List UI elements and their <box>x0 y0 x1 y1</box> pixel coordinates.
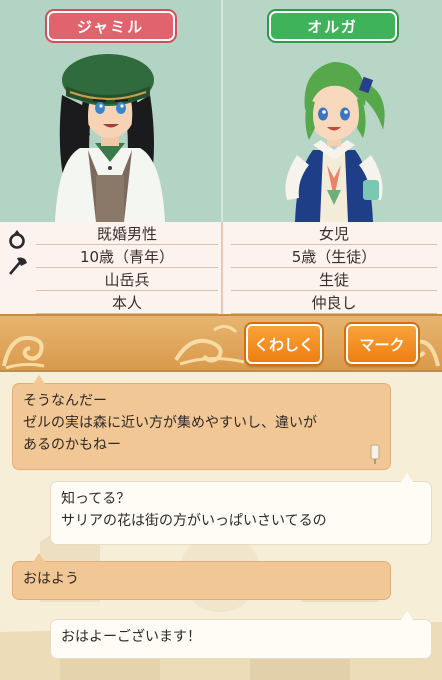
left-ornament <box>2 335 45 370</box>
chat-message-2-line-1: 知ってる？ <box>61 491 131 507</box>
left-marital-status: 既婚男性 <box>36 222 218 245</box>
left-character-panel: ジャミル <box>0 0 221 222</box>
chat-message-2-line-2: サリアの花は街の方がいっぱいさいてるの <box>61 513 327 529</box>
axe-icon <box>9 257 27 275</box>
right-character-panel: オルガ <box>221 0 442 222</box>
chat-message-3-line-1: おはよう <box>23 571 79 587</box>
action-bar: くわしく マーク <box>0 314 442 372</box>
right-occupation: 生徒 <box>231 268 437 291</box>
character-info-table: 既婚男性 10歳（青年） 山岳兵 本人 女児 5歳（生徒） 生徒 仲良し <box>0 222 442 314</box>
right-marital-status: 女児 <box>231 222 437 245</box>
left-relationship: 本人 <box>36 291 218 314</box>
left-occupation: 山岳兵 <box>36 268 218 291</box>
pin-icon <box>370 444 380 464</box>
chat-message-1: そうなんだー ゼルの実は森に近い方が集めやすいし、違いが あるのかもねー <box>12 375 391 470</box>
left-character-info: 既婚男性 10歳（青年） 山岳兵 本人 <box>0 222 221 314</box>
right-character-name: オルガ <box>268 11 397 41</box>
chat-message-3: おはよう <box>12 553 391 600</box>
left-character-name: ジャミル <box>46 11 175 41</box>
chat-message-1-line-3: あるのかもねー <box>23 437 121 453</box>
character-portraits: ジャミル オルガ <box>0 0 442 222</box>
conversation-log[interactable]: そうなんだー ゼルの実は森に近い方が集めやすいし、違いが あるのかもねー 知って… <box>0 372 442 680</box>
right-relationship: 仲良し <box>231 291 437 314</box>
right-age: 5歳（生徒） <box>231 245 437 268</box>
mark-button[interactable]: マーク <box>346 324 418 364</box>
center-ornament <box>174 325 245 366</box>
ring-icon <box>9 230 25 249</box>
chat-message-1-line-2: ゼルの実は森に近い方が集めやすいし、違いが <box>23 415 317 431</box>
details-button[interactable]: くわしく <box>246 324 322 364</box>
left-age: 10歳（青年） <box>36 245 218 268</box>
chat-message-2: 知ってる？ サリアの花は街の方がいっぱいさいてるの <box>50 473 432 545</box>
chat-message-1-line-1: そうなんだー <box>23 393 107 409</box>
right-character-info: 女児 5歳（生徒） 生徒 仲良し <box>221 222 442 314</box>
chat-message-4-line-1: おはよーございます！ <box>61 629 201 645</box>
chat-message-4: おはよーございます！ <box>50 611 432 659</box>
info-icons <box>4 224 30 314</box>
